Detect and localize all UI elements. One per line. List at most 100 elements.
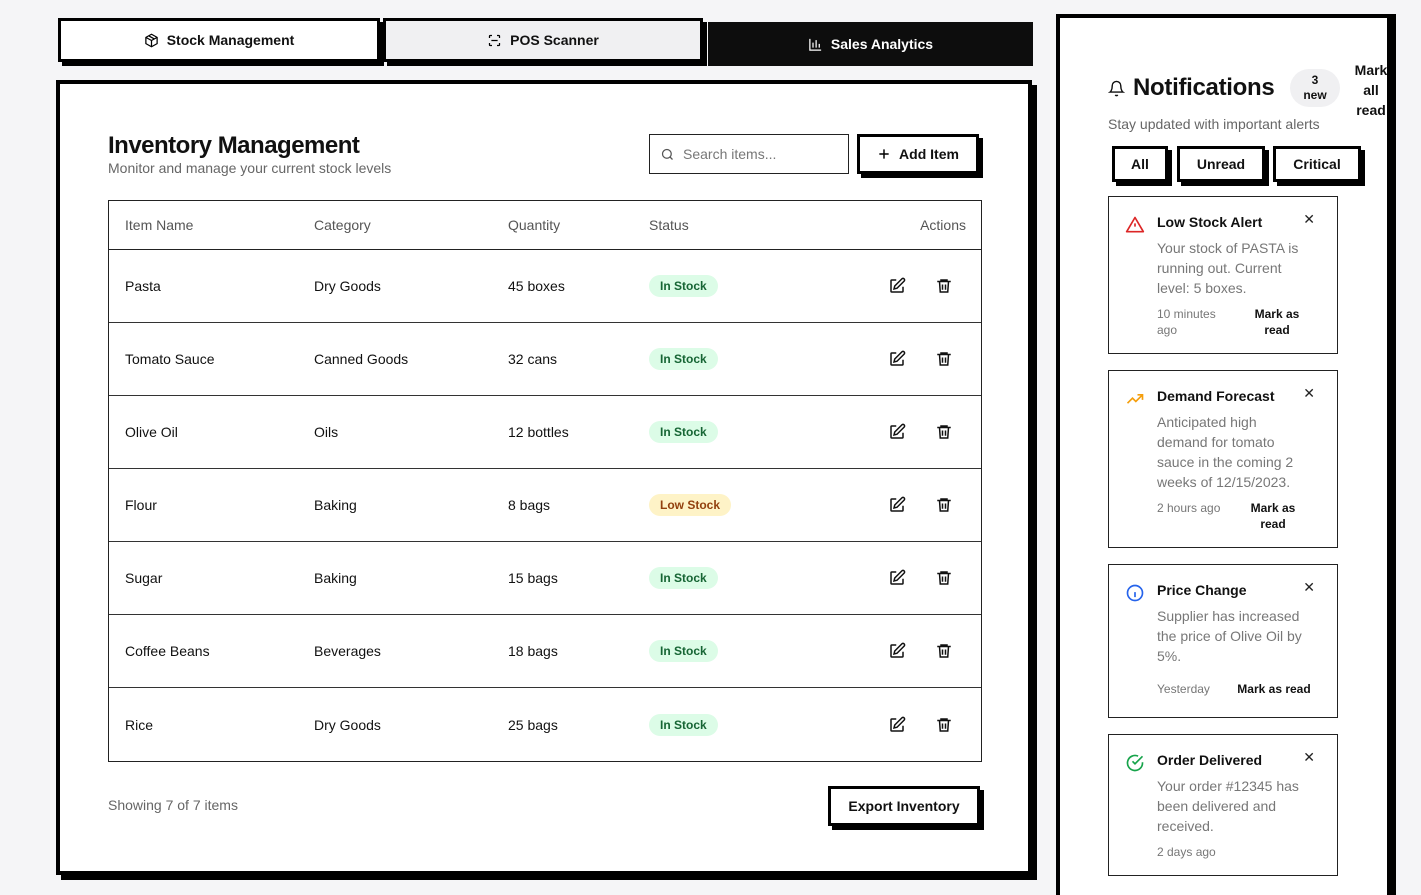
item-category: Baking <box>314 570 357 586</box>
notification-time: 2 hours ago <box>1157 501 1221 515</box>
alert-triangle-icon <box>1125 216 1145 233</box>
notification-message: Your stock of PASTA is running out. Curr… <box>1157 240 1299 296</box>
new-count-label: new <box>1303 88 1327 102</box>
status-badge: In Stock <box>649 713 718 736</box>
new-count-number: 3 <box>1311 73 1319 87</box>
table-header: Item Name Category Quantity Status Actio… <box>109 201 981 250</box>
notification-title: Order Delivered <box>1157 752 1263 768</box>
table-row: Olive Oil Oils 12 bottles In Stock <box>109 396 981 469</box>
trash-icon[interactable] <box>935 642 953 660</box>
item-name: Pasta <box>125 278 161 294</box>
notifications-subtitle: Stay updated with important alerts <box>1108 116 1320 132</box>
column-header-quantity: Quantity <box>508 217 561 233</box>
edit-icon[interactable] <box>888 423 906 441</box>
item-name: Sugar <box>125 570 163 586</box>
table-row: Rice Dry Goods 25 bags In Stock <box>109 688 981 761</box>
close-icon[interactable]: ✕ <box>1303 579 1315 596</box>
table-row: Flour Baking 8 bags Low Stock <box>109 469 981 542</box>
item-quantity: 12 bottles <box>508 424 569 440</box>
edit-icon[interactable] <box>888 350 906 368</box>
mark-all-read-button[interactable]: Mark all read <box>1345 60 1397 120</box>
check-circle-icon <box>1126 754 1144 772</box>
info-icon <box>1126 584 1144 602</box>
search-icon <box>661 148 673 160</box>
notification-time: 2 days ago <box>1157 845 1216 859</box>
tab-label: Sales Analytics <box>830 36 934 52</box>
edit-icon[interactable] <box>888 642 906 660</box>
notification-message: Anticipated high demand for tomato sauce… <box>1157 414 1294 490</box>
mark-all-line: all <box>1363 82 1379 98</box>
trash-icon[interactable] <box>935 277 953 295</box>
filter-unread-button[interactable]: Unread <box>1177 146 1265 182</box>
table-row: Pasta Dry Goods 45 boxes In Stock <box>109 250 981 323</box>
notification-card: ✕ Demand Forecast Anticipated high deman… <box>1108 370 1338 548</box>
search-input[interactable] <box>683 146 843 162</box>
item-category: Baking <box>314 497 357 513</box>
scan-icon <box>489 34 501 46</box>
column-header-category: Category <box>314 217 371 233</box>
status-badge: In Stock <box>649 275 718 297</box>
table-row: Coffee Beans Beverages 18 bags In Stock <box>109 615 981 688</box>
notification-card: ✕ Price Change Supplier has increased th… <box>1108 564 1338 718</box>
mark-as-read-button[interactable]: Mark as read <box>1245 500 1301 532</box>
search-box[interactable] <box>649 134 849 174</box>
tab-bar: Stock Management POS Scanner Sales Analy… <box>58 18 1033 66</box>
edit-icon[interactable] <box>888 716 906 734</box>
notifications-header: Notifications <box>1108 74 1275 102</box>
column-header-status: Status <box>649 217 689 233</box>
mark-as-read-button[interactable]: Mark as read <box>1234 681 1314 697</box>
new-count-badge: 3 new <box>1290 69 1340 107</box>
bell-icon <box>1108 80 1125 96</box>
mark-all-line: read <box>1356 102 1386 118</box>
bar-chart-icon <box>809 38 822 51</box>
close-icon[interactable]: ✕ <box>1303 749 1315 766</box>
edit-icon[interactable] <box>888 569 906 587</box>
tab-pos-scanner[interactable]: POS Scanner <box>383 18 703 62</box>
trash-icon[interactable] <box>935 569 953 587</box>
edit-icon[interactable] <box>888 496 906 514</box>
page-subtitle: Monitor and manage your current stock le… <box>108 160 392 176</box>
inventory-panel: Inventory Management Monitor and manage … <box>56 80 1032 875</box>
item-category: Canned Goods <box>314 351 409 367</box>
trash-icon[interactable] <box>935 716 953 734</box>
notifications-panel: Notifications 3 new Mark all read Stay u… <box>1056 14 1391 895</box>
status-badge: In Stock <box>649 567 718 589</box>
mark-all-line: Mark <box>1354 62 1388 78</box>
item-category: Dry Goods <box>314 278 381 294</box>
plus-icon <box>879 149 889 159</box>
status-badge: In Stock <box>649 348 718 370</box>
tab-stock-management[interactable]: Stock Management <box>58 18 380 62</box>
add-item-button[interactable]: Add Item <box>857 134 979 174</box>
edit-icon[interactable] <box>888 277 906 295</box>
showing-count: Showing 7 of 7 items <box>108 797 238 813</box>
item-quantity: 8 bags <box>508 497 551 513</box>
notification-title: Low Stock Alert <box>1157 214 1263 230</box>
item-category: Dry Goods <box>314 716 381 733</box>
item-quantity: 32 cans <box>508 351 558 367</box>
notifications-title: Notifications <box>1133 74 1275 101</box>
item-name: Flour <box>125 497 157 513</box>
filter-all-button[interactable]: All <box>1112 146 1168 182</box>
item-quantity: 45 boxes <box>508 278 565 294</box>
mark-as-read-button[interactable]: Mark as read <box>1249 306 1305 338</box>
close-icon[interactable]: ✕ <box>1303 385 1315 402</box>
column-header-actions: Actions <box>920 217 966 233</box>
trending-up-icon <box>1126 394 1144 404</box>
close-icon[interactable]: ✕ <box>1303 211 1315 228</box>
item-quantity: 15 bags <box>508 570 558 586</box>
inventory-table: Item Name Category Quantity Status Actio… <box>108 200 982 762</box>
export-inventory-button[interactable]: Export Inventory <box>828 786 980 826</box>
tab-label: Stock Management <box>166 32 295 48</box>
trash-icon[interactable] <box>935 423 953 441</box>
item-name: Rice <box>125 716 154 733</box>
notification-card: ✕ Order Delivered Your order #12345 has … <box>1108 734 1338 876</box>
tab-sales-analytics[interactable]: Sales Analytics <box>708 22 1033 66</box>
item-name: Coffee Beans <box>125 643 210 659</box>
filter-critical-button[interactable]: Critical <box>1273 146 1361 182</box>
item-quantity: 18 bags <box>508 643 558 659</box>
trash-icon[interactable] <box>935 350 953 368</box>
notification-message: Your order #12345 has been delivered and… <box>1157 778 1299 834</box>
trash-icon[interactable] <box>935 496 953 514</box>
page-title: Inventory Management <box>108 132 360 159</box>
add-item-label: Add Item <box>899 146 959 162</box>
